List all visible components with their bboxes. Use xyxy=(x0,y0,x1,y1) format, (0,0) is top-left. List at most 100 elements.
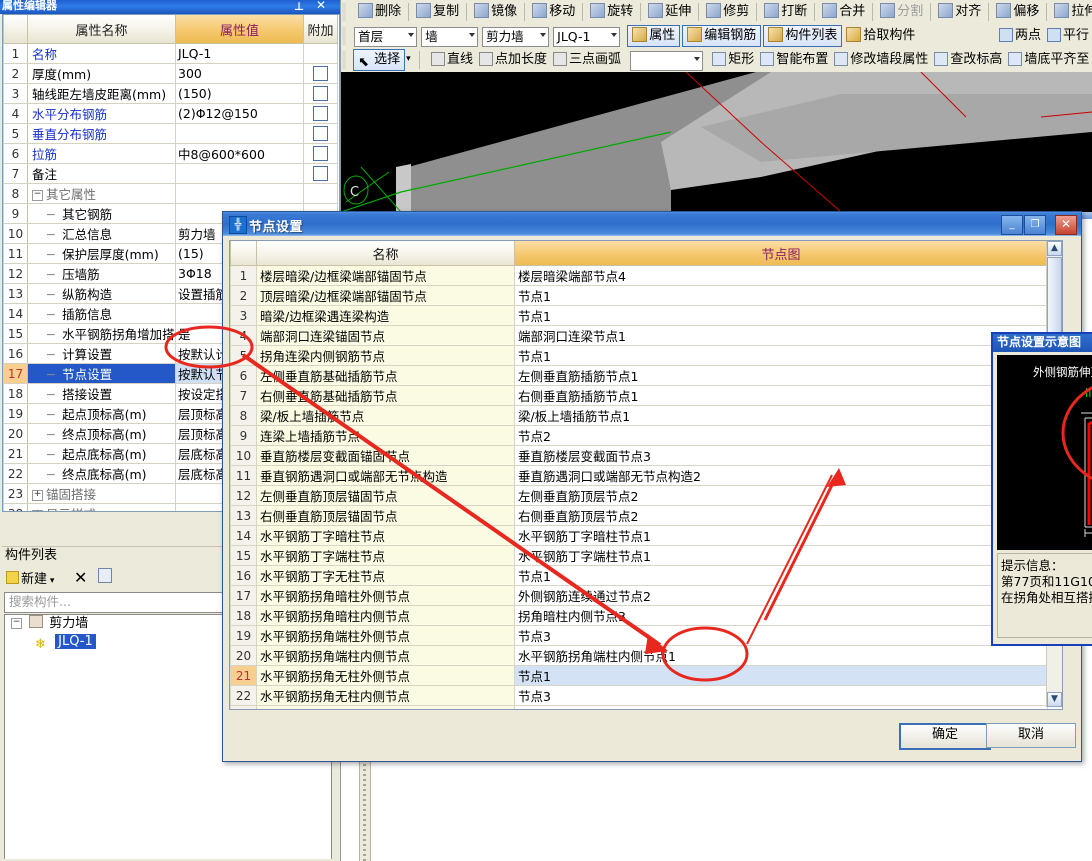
context-combo-3[interactable]: JLQ-1 xyxy=(553,27,621,47)
table-row[interactable]: 9 连梁上墙插筋节点 节点2 xyxy=(230,425,1048,446)
table-row[interactable]: 11 垂直钢筋遇洞口或端部无节点构造 垂直筋遇洞口或端部无节点构造2 xyxy=(230,465,1048,486)
property-row-extra[interactable] xyxy=(303,103,338,124)
toolbar-button-extend[interactable]: 延伸 xyxy=(645,0,694,23)
property-row-extra[interactable] xyxy=(303,123,338,144)
property-row-value[interactable] xyxy=(175,123,304,144)
table-row[interactable]: 13 右侧垂直筋顶层锚固节点 右侧垂直筋顶层节点2 xyxy=(230,505,1048,526)
node-row-diagram[interactable]: 节点1 xyxy=(514,305,1048,326)
node-row-diagram[interactable]: 垂直筋遇洞口或端部无节点构造2 xyxy=(514,465,1048,486)
table-row[interactable]: 6 左侧垂直筋基础插筋节点 左侧垂直筋插筋节点1 xyxy=(230,365,1048,386)
draw-style-combo[interactable] xyxy=(630,51,704,71)
extra-checkbox[interactable] xyxy=(313,106,328,121)
property-row-extra[interactable] xyxy=(303,183,338,204)
property-row-value[interactable]: 300 xyxy=(175,63,304,84)
node-row-diagram[interactable]: 外侧钢筋连续通过节点2 xyxy=(514,585,1048,606)
property-row-extra[interactable] xyxy=(303,43,338,64)
maximize-button[interactable]: ❐ xyxy=(1024,215,1046,235)
node-row-diagram[interactable]: 右侧垂直筋插筋节点1 xyxy=(514,385,1048,406)
property-row[interactable]: 2 厚度(mm) 300 xyxy=(3,63,338,84)
pin-icon[interactable]: ⊥ xyxy=(294,0,304,13)
toolbar-button-break[interactable]: 打断 xyxy=(761,0,810,23)
extra-checkbox[interactable] xyxy=(313,126,328,141)
close-button[interactable]: ✕ xyxy=(1055,215,1077,235)
delete-x-icon[interactable]: ✕ xyxy=(74,568,87,587)
property-row[interactable]: 6 拉筋 中8@600*600 xyxy=(3,143,338,164)
node-row-diagram[interactable]: 节点1 xyxy=(514,565,1048,586)
node-row-diagram[interactable]: 水平钢筋端部暗柱节点1 xyxy=(514,705,1048,709)
toolbar-button-offset[interactable]: 偏移 xyxy=(993,0,1042,23)
node-row-diagram[interactable]: 拐角暗柱内侧节点3 xyxy=(514,605,1048,626)
extra-checkbox[interactable] xyxy=(313,166,328,181)
table-row[interactable]: 14 水平钢筋丁字暗柱节点 水平钢筋丁字暗柱节点1 xyxy=(230,525,1048,546)
table-row[interactable]: 8 梁/板上墙插筋节点 梁/板上墙插筋节点1 xyxy=(230,405,1048,426)
table-row[interactable]: 3 暗梁/边框梁遇连梁构造 节点1 xyxy=(230,305,1048,326)
node-row-diagram[interactable]: 节点3 xyxy=(514,685,1048,706)
toolbar-button-elevation[interactable]: 查改标高 xyxy=(931,48,1005,71)
node-row-diagram[interactable]: 节点2 xyxy=(514,425,1048,446)
table-row[interactable]: 17 水平钢筋拐角暗柱外侧节点 外侧钢筋连续通过节点2 xyxy=(230,585,1048,606)
toolbar-button-stretch[interactable]: 拉伸 xyxy=(1051,0,1092,23)
table-row[interactable]: 7 右侧垂直筋基础插筋节点 右侧垂直筋插筋节点1 xyxy=(230,385,1048,406)
property-row-extra[interactable] xyxy=(303,163,338,184)
cancel-button[interactable]: 取消 xyxy=(986,723,1076,748)
toolbar-gripper-3[interactable] xyxy=(342,51,346,69)
node-row-diagram[interactable]: 左侧垂直筋顶层节点2 xyxy=(514,485,1048,506)
toolbar-button-trim[interactable]: 修剪 xyxy=(703,0,752,23)
node-row-diagram[interactable]: 楼层暗梁端部节点4 xyxy=(514,265,1048,286)
table-row[interactable]: 10 垂直筋楼层变截面锚固节点 垂直筋楼层变截面节点3 xyxy=(230,445,1048,466)
table-row[interactable]: 20 水平钢筋拐角端柱内侧节点 水平钢筋拐角端柱内侧节点1 xyxy=(230,645,1048,666)
property-row-value[interactable]: 中8@600*600 xyxy=(175,143,304,164)
close-icon[interactable]: ✕ xyxy=(316,0,326,12)
table-row[interactable]: 12 左侧垂直筋顶层锚固节点 左侧垂直筋顶层节点2 xyxy=(230,485,1048,506)
property-expander-icon[interactable]: + xyxy=(32,510,43,511)
node-row-diagram[interactable]: 节点1 xyxy=(514,665,1048,686)
table-row[interactable]: 5 拐角连梁内侧钢筋节点 节点1 xyxy=(230,345,1048,366)
toolbar-button-two-point[interactable]: 两点 xyxy=(996,24,1044,47)
extra-checkbox[interactable] xyxy=(313,86,328,101)
dialog-titlebar[interactable]: ╬ 节点设置 _ ❐ ✕ xyxy=(223,212,1081,236)
table-row[interactable]: 16 水平钢筋丁字无柱节点 节点1 xyxy=(230,565,1048,586)
toolbar-button-smart-layout[interactable]: 智能布置 xyxy=(757,48,831,71)
node-row-diagram[interactable]: 节点1 xyxy=(514,285,1048,306)
node-row-diagram[interactable]: 水平钢筋拐角端柱内侧节点1 xyxy=(514,645,1048,666)
node-table-wrapper[interactable]: 名称 节点图 1 楼层暗梁/边框梁端部锚固节点 楼层暗梁端部节点4 2 顶层暗梁/边框梁… xyxy=(229,240,1063,710)
toolbar-button-parallel[interactable]: 平行 xyxy=(1044,24,1092,47)
table-row[interactable]: 23水平钢筋端部暗柱节点水平钢筋端部暗柱节点1 xyxy=(230,705,1048,709)
toolbar-button-mirror[interactable]: 镜像 xyxy=(471,0,520,23)
scroll-up-icon[interactable]: ▲ xyxy=(1047,241,1062,256)
toolbar-button-move[interactable]: 移动 xyxy=(529,0,578,23)
node-row-diagram[interactable]: 左侧垂直筋插筋节点1 xyxy=(514,365,1048,386)
tree-expander-icon[interactable]: − xyxy=(11,618,22,629)
toolbar-button-merge[interactable]: 合并 xyxy=(819,0,868,23)
node-row-diagram[interactable]: 节点3 xyxy=(514,625,1048,646)
toolbar-gripper-2[interactable] xyxy=(342,27,346,45)
new-component-button[interactable]: 新建 ▾ xyxy=(6,568,54,587)
property-row-extra[interactable] xyxy=(303,83,338,104)
node-row-diagram[interactable]: 水平钢筋丁字端柱节点1 xyxy=(514,545,1048,566)
toolbar-button-line[interactable]: 直线 xyxy=(428,48,476,71)
node-row-diagram[interactable]: 垂直筋楼层变截面节点3 xyxy=(514,445,1048,466)
node-row-diagram[interactable]: 端部洞口连梁节点1 xyxy=(514,325,1048,346)
copy-icon[interactable] xyxy=(98,568,112,587)
toolbar-button-rotate[interactable]: 旋转 xyxy=(587,0,636,23)
table-row[interactable]: 4 端部洞口连梁锚固节点 端部洞口连梁节点1 xyxy=(230,325,1048,346)
toolbar-button-properties[interactable]: 属性 xyxy=(627,25,681,47)
cad-viewport[interactable]: C xyxy=(341,72,1092,212)
toolbar-gripper[interactable] xyxy=(342,3,346,21)
property-row[interactable]: 5 垂直分布钢筋 xyxy=(3,123,338,144)
property-row-extra[interactable] xyxy=(303,143,338,164)
table-row[interactable]: 19 水平钢筋拐角端柱外侧节点 节点3 xyxy=(230,625,1048,646)
table-row[interactable]: 21 水平钢筋拐角无柱外侧节点 节点1 xyxy=(230,665,1048,686)
toolbar-button-edit-rebar[interactable]: 编辑钢筋 xyxy=(682,25,762,47)
toolbar-button-copy[interactable]: 复制 xyxy=(413,0,462,23)
property-row[interactable]: 1 名称 JLQ-1 xyxy=(3,43,338,64)
property-row-value[interactable] xyxy=(175,163,304,184)
toolbar-button-three-point-arc[interactable]: 三点画弧 xyxy=(550,48,624,71)
table-row[interactable]: 15 水平钢筋丁字端柱节点 水平钢筋丁字端柱节点1 xyxy=(230,545,1048,566)
property-expander-icon[interactable]: + xyxy=(32,490,43,501)
property-row[interactable]: 3 轴线距左墙皮距离(mm) (150) xyxy=(3,83,338,104)
property-row-value[interactable]: JLQ-1 xyxy=(175,43,304,64)
node-row-diagram[interactable]: 水平钢筋丁字暗柱节点1 xyxy=(514,525,1048,546)
table-row[interactable]: 2 顶层暗梁/边框梁端部锚固节点 节点1 xyxy=(230,285,1048,306)
scroll-down-icon[interactable]: ▼ xyxy=(1047,692,1062,707)
